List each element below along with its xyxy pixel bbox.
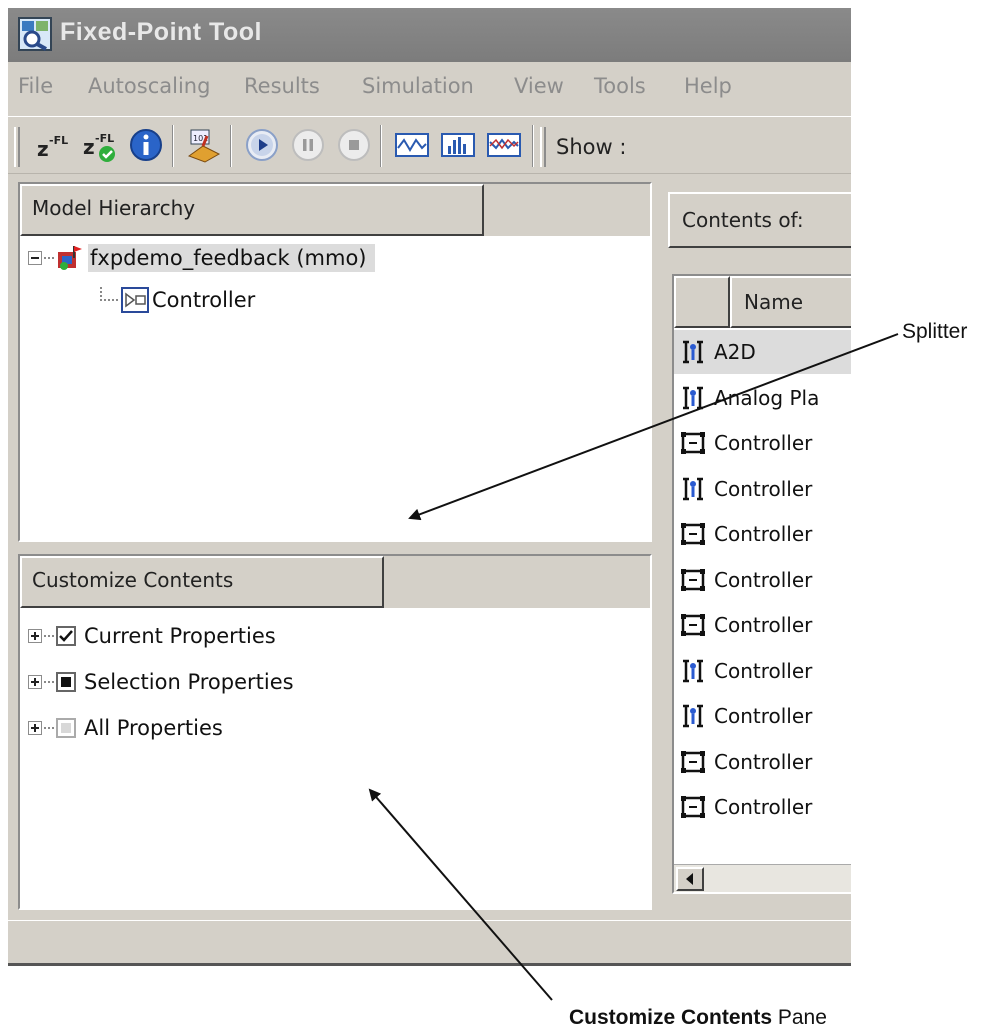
customize-pane-arrow — [368, 788, 553, 1001]
annotation-pane-label: Pane — [772, 1006, 827, 1029]
annotation-bold-label: Customize Contents — [569, 1006, 773, 1029]
customize-contents-annotation: Customize Contents Pane — [569, 1006, 827, 1030]
splitter-arrow — [408, 333, 899, 521]
annotation-arrows — [368, 333, 899, 1001]
splitter-annotation: Splitter — [902, 320, 968, 343]
